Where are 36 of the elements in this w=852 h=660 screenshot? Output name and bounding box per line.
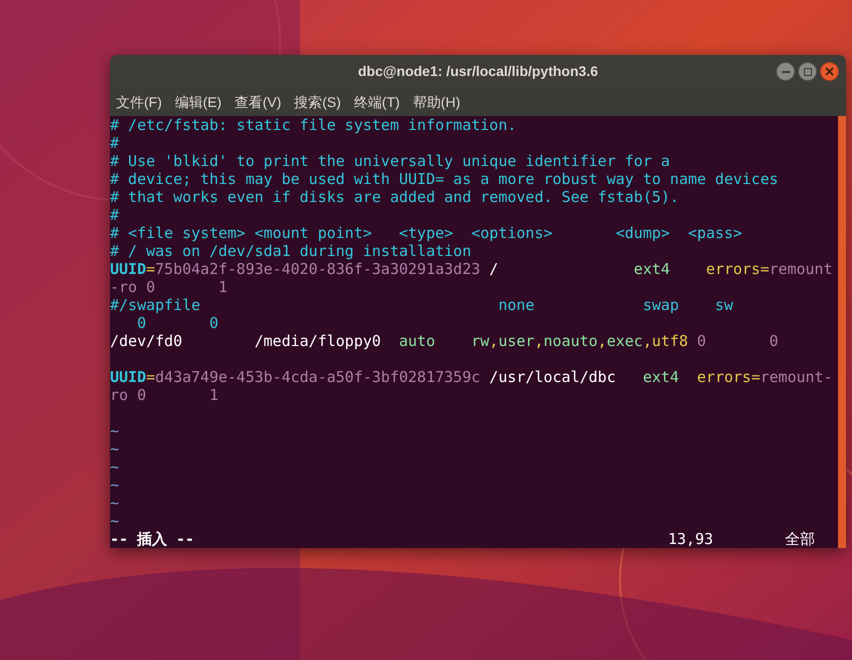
window-title: dbc@node1: /usr/local/lib/python3.6 bbox=[358, 62, 598, 81]
code-line: # bbox=[110, 206, 120, 224]
empty-line-marker: ~ bbox=[110, 476, 120, 494]
cursor-position: 13,93 bbox=[668, 530, 714, 548]
menu-item[interactable]: 帮助(H) bbox=[412, 92, 460, 112]
empty-line-marker: ~ bbox=[110, 494, 120, 512]
code-line: UUID=d43a749e-453b-4cda-a50f-3bf02817359c /usr/local/dbc ext4 errors=remount- bbox=[110, 368, 832, 386]
mode-indicator: -- 插入 -- bbox=[110, 530, 196, 548]
code-line: # <file system> <mount point> <type> <options> <dump> <pass> bbox=[110, 224, 742, 242]
maximize-button[interactable] bbox=[798, 62, 817, 81]
code-line: # Use 'blkid' to print the universally unique identifier for a bbox=[110, 152, 670, 170]
code-line: UUID=75b04a2f-893e-4020-836f-3a30291a3d23 / ext4 errors=remount bbox=[110, 260, 832, 278]
empty-line-marker: ~ bbox=[110, 422, 120, 440]
menu-item[interactable]: 文件(F) bbox=[116, 92, 162, 112]
menu-item[interactable]: 查看(V) bbox=[234, 92, 282, 112]
empty-line-marker: ~ bbox=[110, 458, 120, 476]
code-line: # bbox=[110, 134, 120, 152]
code-line: ro 0 1 bbox=[110, 386, 218, 404]
code-line: # /etc/fstab: static file system information. bbox=[110, 116, 516, 134]
empty-line-marker: ~ bbox=[110, 512, 120, 530]
empty-line-marker: ~ bbox=[110, 440, 120, 458]
scroll-position: 全部 bbox=[785, 530, 815, 548]
code-line: #/swapfile none swap sw bbox=[110, 296, 734, 314]
menu-item[interactable]: 搜索(S) bbox=[294, 92, 341, 112]
close-button[interactable] bbox=[820, 62, 839, 81]
code-line: # / was on /dev/sda1 during installation bbox=[110, 242, 472, 260]
menu-item[interactable]: 终端(T) bbox=[354, 92, 400, 112]
menu-item[interactable]: 编辑(E) bbox=[174, 92, 222, 112]
scrollbar[interactable] bbox=[838, 116, 846, 548]
minimize-button[interactable] bbox=[776, 62, 795, 81]
code-line: /dev/fd0 /media/floppy0 auto rw,user,noauto,exec,utf8 0 0 bbox=[110, 332, 778, 350]
close-icon bbox=[825, 67, 834, 76]
code-line: # that works even if disks are added and removed. See fstab(5). bbox=[110, 188, 679, 206]
code-line: # device; this may be used with UUID= as a more robust way to name devices bbox=[110, 170, 778, 188]
code-line: 0 0 bbox=[136, 314, 218, 332]
code-line: -ro 0 1 bbox=[110, 278, 228, 296]
